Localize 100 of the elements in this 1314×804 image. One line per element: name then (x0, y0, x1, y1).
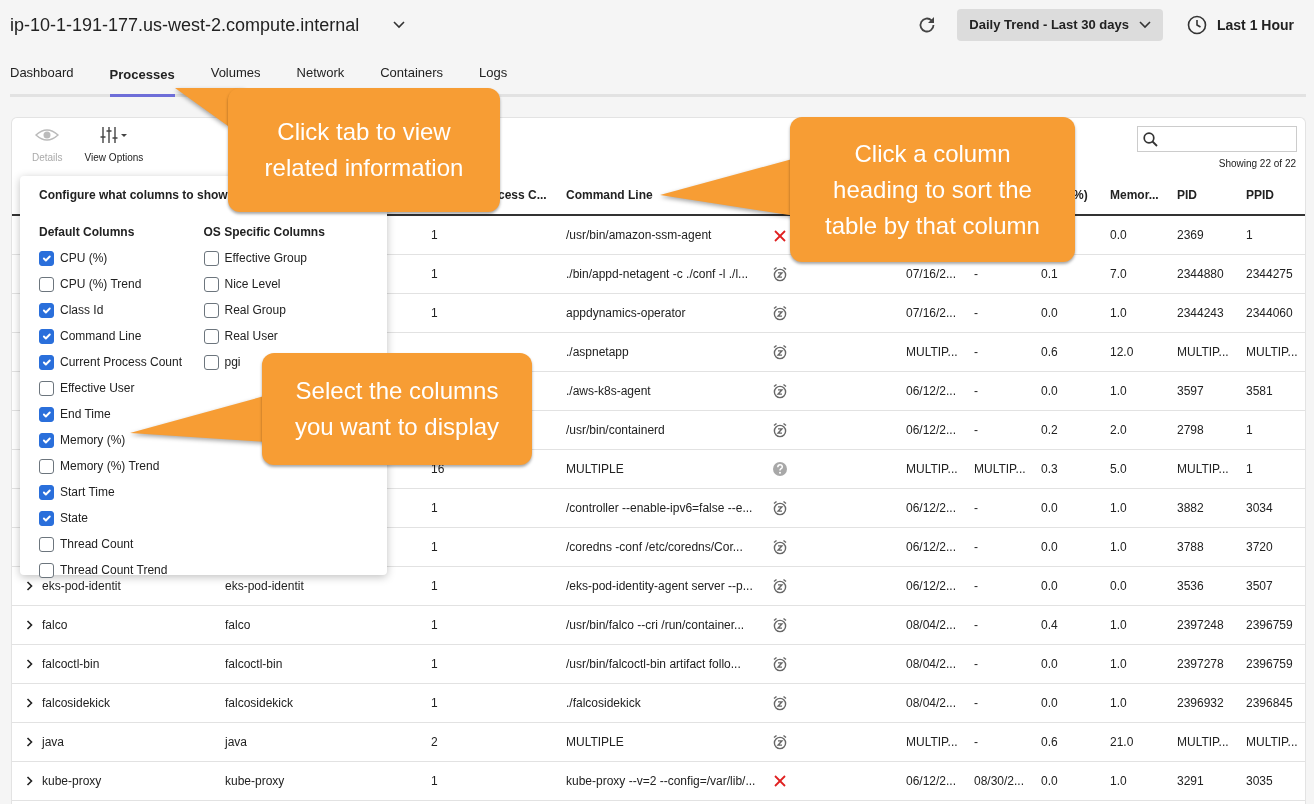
chevron-down-icon (1139, 21, 1151, 29)
checkbox[interactable] (39, 406, 54, 422)
column-header[interactable]: PPID (1246, 188, 1274, 202)
checkbox-label[interactable]: Class Id (60, 301, 104, 319)
checkbox[interactable] (203, 354, 219, 370)
table-cell: MULTIP... (1246, 734, 1298, 749)
checkbox[interactable] (39, 536, 54, 552)
table-cell: 0.0 (1041, 656, 1058, 671)
checkbox-label[interactable]: Real User (224, 327, 278, 345)
table-cell: 1 (1246, 461, 1253, 476)
checkbox-label[interactable]: Memory (%) (60, 431, 126, 449)
checkbox[interactable] (39, 432, 54, 448)
checkbox-label[interactable]: End Time (60, 405, 111, 423)
trend-dropdown[interactable]: Daily Trend - Last 30 days (957, 9, 1163, 41)
table-cell: kube-proxy (42, 773, 102, 788)
table-cell: ./falcosidekick (566, 695, 641, 710)
table-cell: 7.0 (1110, 266, 1127, 281)
checkbox[interactable] (39, 328, 54, 344)
table-cell: java (225, 734, 247, 749)
table-cell: MULTIP... (1246, 344, 1298, 359)
checkbox[interactable] (39, 510, 54, 526)
chevron-right-icon[interactable] (26, 619, 33, 630)
table-cell: 0.0 (1041, 500, 1058, 515)
checkbox-label[interactable]: pgi (224, 353, 241, 371)
checkbox-label[interactable]: Start Time (60, 483, 115, 501)
column-header[interactable]: Command Line (566, 188, 653, 202)
checkbox[interactable] (203, 276, 219, 292)
table-cell: /usr/bin/falco --cri /run/container... (566, 617, 745, 632)
tab[interactable]: Dashboard (10, 62, 74, 82)
table-cell: 2344880 (1177, 266, 1224, 281)
row-count: Showing 22 of 22 (1218, 157, 1296, 171)
tab[interactable]: Containers (380, 62, 444, 82)
checkbox[interactable] (39, 380, 54, 396)
table-cell: 0.0 (1110, 578, 1127, 593)
checkbox-label[interactable]: Thread Count (60, 535, 134, 553)
table-cell: - (974, 734, 978, 749)
checkbox[interactable] (39, 484, 54, 500)
chevron-right-icon[interactable] (26, 697, 33, 708)
checkbox-label[interactable]: Effective Group (224, 249, 307, 267)
time-range-button[interactable]: Last 1 Hour (1187, 14, 1304, 36)
checkbox[interactable] (203, 328, 219, 344)
callout: Select the columns you want to display (262, 353, 532, 465)
table-cell: appdynamics-operator (566, 305, 686, 320)
table-cell: 06/12/2... (906, 578, 957, 593)
table-cell: MULTIP... (906, 461, 958, 476)
table-cell: 1.0 (1110, 539, 1127, 554)
table-cell: /coredns -conf /etc/coredns/Cor... (566, 539, 743, 554)
table-cell: 2798 (1177, 422, 1204, 437)
tab[interactable]: Processes (109, 64, 175, 97)
eye-icon (35, 126, 60, 144)
checkbox[interactable] (39, 250, 54, 266)
chevron-down-icon[interactable] (393, 21, 406, 29)
table-cell: 06/12/2... (906, 422, 957, 437)
table-cell: 3536 (1177, 578, 1204, 593)
table-cell: MULTIP... (974, 461, 1026, 476)
checkbox-label[interactable]: CPU (%) Trend (60, 275, 142, 293)
checkbox[interactable] (39, 302, 54, 318)
table-cell: 1 (431, 305, 438, 320)
table-cell: ./bin/appd-netagent -c ./conf -l ./l... (566, 266, 749, 281)
tab[interactable]: Logs (479, 62, 508, 82)
tab[interactable]: Network (296, 62, 345, 82)
checkbox[interactable] (203, 250, 219, 266)
checkbox[interactable] (39, 458, 54, 474)
table-cell: - (974, 266, 978, 281)
table-cell: - (974, 539, 978, 554)
view-options-button[interactable]: View Options (84, 126, 144, 165)
table-cell: ./aws-k8s-agent (566, 383, 651, 398)
checkbox[interactable] (39, 276, 54, 292)
table-cell: 0.0 (1041, 773, 1058, 788)
checkbox-label[interactable]: Nice Level (224, 275, 281, 293)
table-cell: 3581 (1246, 383, 1273, 398)
column-header[interactable]: PID (1177, 188, 1197, 202)
checkbox[interactable] (39, 354, 54, 370)
table-cell: 1 (431, 656, 438, 671)
checkbox-label[interactable]: Command Line (60, 327, 142, 345)
checkbox-label[interactable]: Memory (%) Trend (60, 457, 160, 475)
search-icon (1143, 131, 1158, 147)
table-cell: MULTIP... (1177, 344, 1229, 359)
column-header[interactable]: Memor... (1110, 188, 1159, 202)
table-cell: 2396759 (1246, 617, 1293, 632)
table-cell: 0.2 (1041, 422, 1058, 437)
chevron-right-icon[interactable] (26, 775, 33, 786)
table-cell: MULTIP... (1177, 461, 1229, 476)
checkbox-label[interactable]: State (60, 509, 89, 527)
checkbox[interactable] (39, 562, 54, 578)
table-cell: kube-proxy --v=2 --config=/var/lib/... (566, 773, 756, 788)
chevron-right-icon[interactable] (26, 658, 33, 669)
checkbox-label[interactable]: CPU (%) (60, 249, 108, 267)
tab[interactable]: Volumes (210, 62, 261, 82)
checkbox-label[interactable]: Real Group (224, 301, 286, 319)
chevron-right-icon[interactable] (26, 580, 33, 591)
table-cell: 2396932 (1177, 695, 1224, 710)
checkbox-label[interactable]: Current Process Count (60, 353, 183, 371)
checkbox-label[interactable]: Thread Count Trend (60, 561, 168, 579)
table-cell: eks-pod-identit (42, 578, 121, 593)
checkbox[interactable] (203, 302, 219, 318)
search-field[interactable] (1137, 126, 1297, 152)
table-cell: 0.0 (1041, 539, 1058, 554)
chevron-right-icon[interactable] (26, 736, 33, 747)
checkbox-label[interactable]: Effective User (60, 379, 135, 397)
